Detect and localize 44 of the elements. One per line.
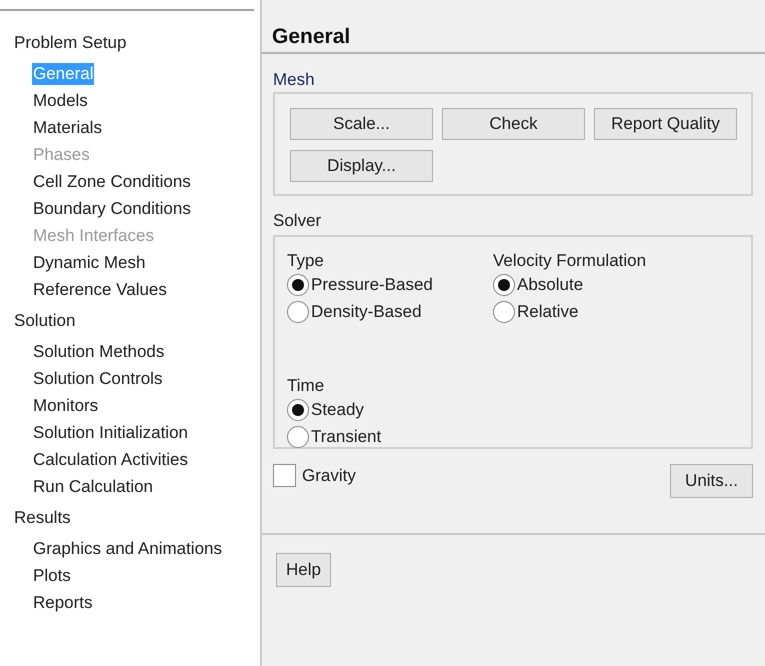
nav-item[interactable]: Boundary Conditions <box>32 198 192 220</box>
nav-item[interactable]: Solution Controls <box>32 368 164 390</box>
nav-item[interactable]: Calculation Activities <box>32 448 189 470</box>
nav-item[interactable]: Reference Values <box>32 278 168 300</box>
panel-title: General <box>272 25 350 48</box>
nav-item[interactable]: Models <box>32 90 89 112</box>
radio-button[interactable] <box>287 426 309 448</box>
radio-label: Transient <box>311 426 382 448</box>
radio-button[interactable] <box>287 274 309 296</box>
nav-item[interactable]: Solution Initialization <box>32 422 189 444</box>
checkbox[interactable] <box>273 464 296 488</box>
radio-label: Relative <box>517 300 578 323</box>
nav-item[interactable]: Dynamic Mesh <box>32 252 146 274</box>
group-label: Velocity Formulation <box>493 251 648 271</box>
button[interactable]: Display... <box>290 150 433 182</box>
section-heading: Problem Setup <box>13 32 126 54</box>
group-label: Solver <box>273 211 322 231</box>
radio-label: Pressure-Based <box>311 274 433 296</box>
radio-button[interactable] <box>287 300 309 322</box>
group-label: Type <box>287 251 325 271</box>
nav-item[interactable]: Plots <box>32 564 72 586</box>
nav-item[interactable]: Monitors <box>32 394 100 416</box>
radio-button[interactable] <box>493 300 515 322</box>
button[interactable]: Report Quality <box>594 108 737 140</box>
nav-item[interactable]: Reports <box>32 592 94 614</box>
button[interactable]: Scale... <box>290 108 433 140</box>
section-heading: Results <box>13 507 71 529</box>
section-heading: Solution <box>13 310 76 332</box>
nav-item[interactable]: Run Calculation <box>32 476 154 498</box>
group-label: Mesh <box>273 70 315 90</box>
nav-item[interactable]: Solution Methods <box>32 340 166 362</box>
radio-button[interactable] <box>493 274 515 296</box>
checkbox-label: Gravity <box>302 465 356 487</box>
nav-item[interactable]: Cell Zone Conditions <box>32 170 192 192</box>
units-button[interactable]: Units... <box>670 464 753 498</box>
nav-item[interactable]: Graphics and Animations <box>32 538 223 560</box>
button[interactable]: Check <box>442 108 585 140</box>
nav-item[interactable]: Materials <box>32 116 103 138</box>
radio-label: Steady <box>311 398 364 421</box>
radio-label: Density-Based <box>311 300 422 323</box>
radio-label: Absolute <box>517 274 584 296</box>
group-label: Time <box>287 376 326 396</box>
radio-button[interactable] <box>287 398 309 420</box>
help-button[interactable]: Help <box>276 553 331 587</box>
